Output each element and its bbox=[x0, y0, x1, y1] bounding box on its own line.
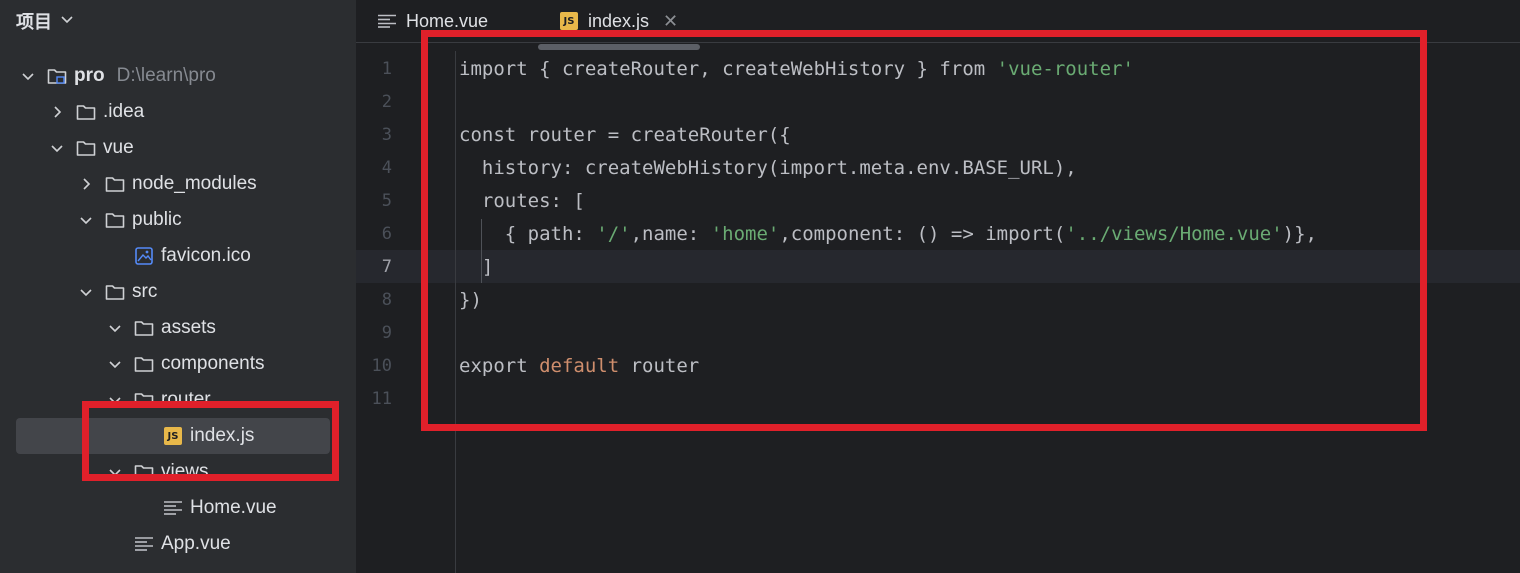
tree-item-idea[interactable]: .idea bbox=[0, 94, 356, 130]
tree-item-label: public bbox=[132, 209, 182, 230]
chevron-down-icon[interactable] bbox=[49, 140, 65, 156]
folder-icon bbox=[75, 103, 97, 121]
line-number: 1 bbox=[381, 58, 392, 79]
js-file-icon: JS bbox=[560, 12, 578, 30]
line-number: 10 bbox=[371, 355, 392, 376]
image-file-icon bbox=[133, 247, 155, 265]
chevron-down-icon[interactable] bbox=[78, 212, 94, 228]
project-folder-icon bbox=[46, 67, 68, 85]
project-sidebar: 项目 pro D:\learn\pro .idea vue node_modulespu… bbox=[0, 0, 356, 573]
tree-item-pro[interactable]: pro D:\learn\pro bbox=[0, 58, 356, 94]
tree-item-home-vue[interactable]: Home.vue bbox=[0, 490, 356, 526]
tab-label: index.js bbox=[588, 10, 650, 31]
tree-item-components[interactable]: components bbox=[0, 346, 356, 382]
tree-item-label: App.vue bbox=[161, 533, 231, 554]
chevron-down-icon[interactable] bbox=[20, 68, 36, 84]
chevron-right-icon[interactable] bbox=[78, 176, 94, 192]
folder-icon bbox=[133, 319, 155, 337]
tree-item-favicon-ico[interactable]: favicon.ico bbox=[0, 238, 356, 274]
line-number: 3 bbox=[381, 124, 392, 145]
line-number: 4 bbox=[381, 157, 392, 178]
tree-item-label: src bbox=[132, 281, 158, 302]
tree-item-assets[interactable]: assets bbox=[0, 310, 356, 346]
chevron-down-icon[interactable] bbox=[78, 284, 94, 300]
chevron-down-icon[interactable] bbox=[60, 12, 74, 31]
tab-label: Home.vue bbox=[406, 10, 489, 31]
tree-item-label: pro bbox=[74, 65, 105, 86]
chevron-right-icon[interactable] bbox=[49, 104, 65, 120]
folder-icon bbox=[104, 175, 126, 193]
tree-item-vue[interactable]: vue bbox=[0, 130, 356, 166]
folder-icon bbox=[133, 355, 155, 373]
tree-item-label: favicon.ico bbox=[161, 245, 251, 266]
line-number: 9 bbox=[381, 322, 392, 343]
line-number: 5 bbox=[381, 190, 392, 211]
vue-file-icon bbox=[378, 14, 396, 28]
tree-item-label: node_modules bbox=[132, 173, 257, 194]
highlight-box-code bbox=[421, 30, 1427, 431]
folder-icon bbox=[104, 283, 126, 301]
tree-item-src[interactable]: src bbox=[0, 274, 356, 310]
line-number: 2 bbox=[381, 91, 392, 112]
tree-item-label: .idea bbox=[103, 101, 145, 122]
folder-icon bbox=[104, 211, 126, 229]
chevron-down-icon[interactable] bbox=[107, 356, 123, 372]
vue-file-icon bbox=[162, 499, 184, 517]
tree-item-label: Home.vue bbox=[190, 497, 277, 518]
tree-item-label: vue bbox=[103, 137, 134, 158]
project-view-header[interactable]: 项目 bbox=[16, 8, 74, 34]
vue-file-icon bbox=[133, 535, 155, 553]
project-path: D:\learn\pro bbox=[116, 65, 216, 86]
project-view-title: 项目 bbox=[16, 12, 52, 32]
tree-item-node-modules[interactable]: node_modules bbox=[0, 166, 356, 202]
tree-item-app-vue[interactable]: App.vue bbox=[0, 526, 356, 562]
tree-item-public[interactable]: public bbox=[0, 202, 356, 238]
line-number: 6 bbox=[381, 223, 392, 244]
tree-item-label: components bbox=[161, 353, 265, 374]
chevron-down-icon[interactable] bbox=[107, 320, 123, 336]
close-icon[interactable]: ✕ bbox=[663, 11, 678, 32]
folder-icon bbox=[75, 139, 97, 157]
tree-item-label: assets bbox=[161, 317, 216, 338]
line-number: 11 bbox=[371, 388, 392, 409]
line-number: 7 bbox=[381, 256, 392, 277]
highlight-box-file bbox=[82, 401, 339, 481]
line-number: 8 bbox=[381, 289, 392, 310]
